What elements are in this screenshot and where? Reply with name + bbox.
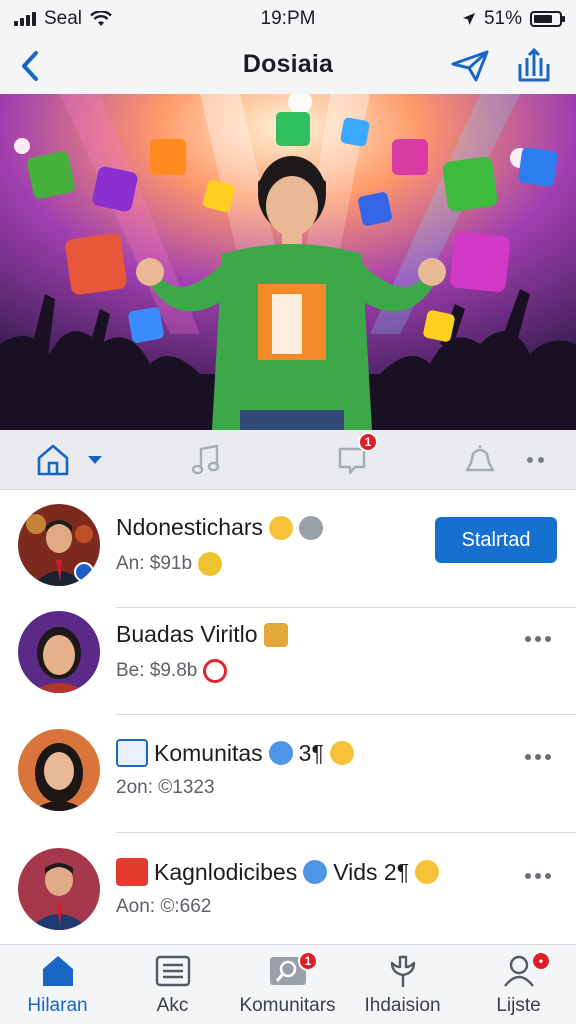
grin-emoji-icon — [415, 860, 440, 884]
tab-badge: • — [531, 951, 551, 971]
bell-button[interactable] — [458, 438, 502, 482]
location-icon — [462, 13, 475, 25]
community-icon — [116, 739, 148, 767]
item-subtitle: 2on: ©1323 — [116, 777, 215, 799]
tab-badge: 1 — [298, 951, 318, 971]
grin-emoji-icon — [329, 741, 354, 765]
item-stat: Aon: ©:662 — [116, 896, 212, 917]
item-subtitle: Be: $9.8b — [116, 659, 228, 683]
more-options-button[interactable] — [520, 864, 556, 888]
item-title: Kagnlodicibes Vids 2¶ — [116, 858, 440, 886]
send-button[interactable] — [446, 44, 494, 88]
home-icon — [37, 444, 69, 476]
item-suffix: 3¶ — [298, 739, 324, 766]
item-name: Kagnlodicibes — [154, 858, 298, 885]
tab-label: Ihdaision — [364, 995, 441, 1016]
snowflake-emoji-icon — [268, 741, 293, 765]
list-item[interactable]: Komunitas 3¶ 2on: ©1323 — [0, 715, 576, 833]
share-button[interactable] — [510, 42, 558, 88]
item-name: Buadas Viritlo — [116, 621, 258, 647]
tab-home[interactable]: Hilaran — [0, 945, 115, 1024]
send-icon — [451, 50, 489, 82]
status-bar: Seal 19:PM 51% — [0, 0, 576, 38]
home-icon — [42, 956, 73, 986]
status-right: 51% — [462, 8, 565, 30]
item-stat: An: $91b — [116, 553, 193, 574]
channel-list: Ndonestichars An: $91b Stalrtad Buadas V… — [0, 490, 576, 944]
nav-bar: Dosiaia — [0, 38, 576, 94]
item-title: Buadas Viritlo — [116, 621, 288, 648]
list-item[interactable]: Kagnlodicibes Vids 2¶ Aon: ©:662 — [0, 834, 576, 952]
chart-emoji-icon — [198, 552, 223, 576]
start-button[interactable]: Stalrtad — [435, 517, 557, 563]
battery-icon — [530, 11, 565, 27]
hero-image — [0, 94, 576, 430]
item-stat: 2on: ©1323 — [116, 777, 215, 798]
avatar — [18, 504, 100, 586]
chat-badge: 1 — [358, 432, 378, 452]
avatar — [18, 611, 100, 693]
divider — [116, 832, 576, 833]
chevron-down-icon — [88, 456, 102, 464]
concert-illustration — [0, 94, 576, 430]
home-dropdown-button[interactable] — [32, 438, 108, 482]
tab-ihdaision[interactable]: Ihdaision — [345, 945, 460, 1024]
bell-icon — [465, 445, 495, 472]
avatar — [18, 848, 100, 930]
item-suffix: Vids 2¶ — [333, 858, 410, 885]
share-icon — [518, 47, 550, 82]
item-stat: Be: $9.8b — [116, 660, 198, 681]
music-note-icon — [191, 444, 220, 475]
list-icon — [155, 955, 190, 987]
grin-emoji-icon — [269, 515, 294, 540]
item-name: Komunitas — [154, 739, 263, 766]
item-title: Ndonestichars — [116, 514, 324, 541]
list-item[interactable]: Ndonestichars An: $91b Stalrtad — [0, 490, 576, 608]
item-subtitle: An: $91b — [116, 552, 223, 576]
list-item[interactable]: Buadas Viritlo Be: $9.8b — [0, 597, 576, 715]
item-subtitle: Aon: ©:662 — [116, 896, 211, 918]
content-toolbar: 1 — [0, 430, 576, 490]
item-name: Ndonestichars — [116, 514, 264, 540]
battery-percent: 51% — [483, 8, 522, 29]
tab-akc[interactable]: Akc — [115, 945, 230, 1024]
tab-lijste[interactable]: • Lijste — [461, 945, 576, 1024]
video-icon — [116, 858, 148, 886]
item-title: Komunitas 3¶ — [116, 739, 354, 767]
more-options-button[interactable] — [520, 627, 556, 651]
chat-button[interactable]: 1 — [330, 432, 378, 482]
box-emoji-icon — [263, 622, 288, 647]
snowflake-emoji-icon — [303, 860, 328, 884]
music-button[interactable] — [184, 438, 228, 482]
more-icon — [526, 457, 544, 463]
more-options-button[interactable] — [520, 745, 556, 769]
no-entry-icon — [203, 659, 228, 683]
microphone-icon — [299, 515, 324, 540]
tab-label: Lijste — [496, 995, 541, 1016]
tab-bar: Hilaran Akc 1 Komunitars Ihdaision • Lij… — [0, 944, 576, 1024]
tab-komunitars[interactable]: 1 Komunitars — [230, 945, 345, 1024]
toolbar-more-button[interactable] — [515, 438, 555, 482]
hand-icon — [390, 955, 415, 987]
avatar — [18, 729, 100, 811]
